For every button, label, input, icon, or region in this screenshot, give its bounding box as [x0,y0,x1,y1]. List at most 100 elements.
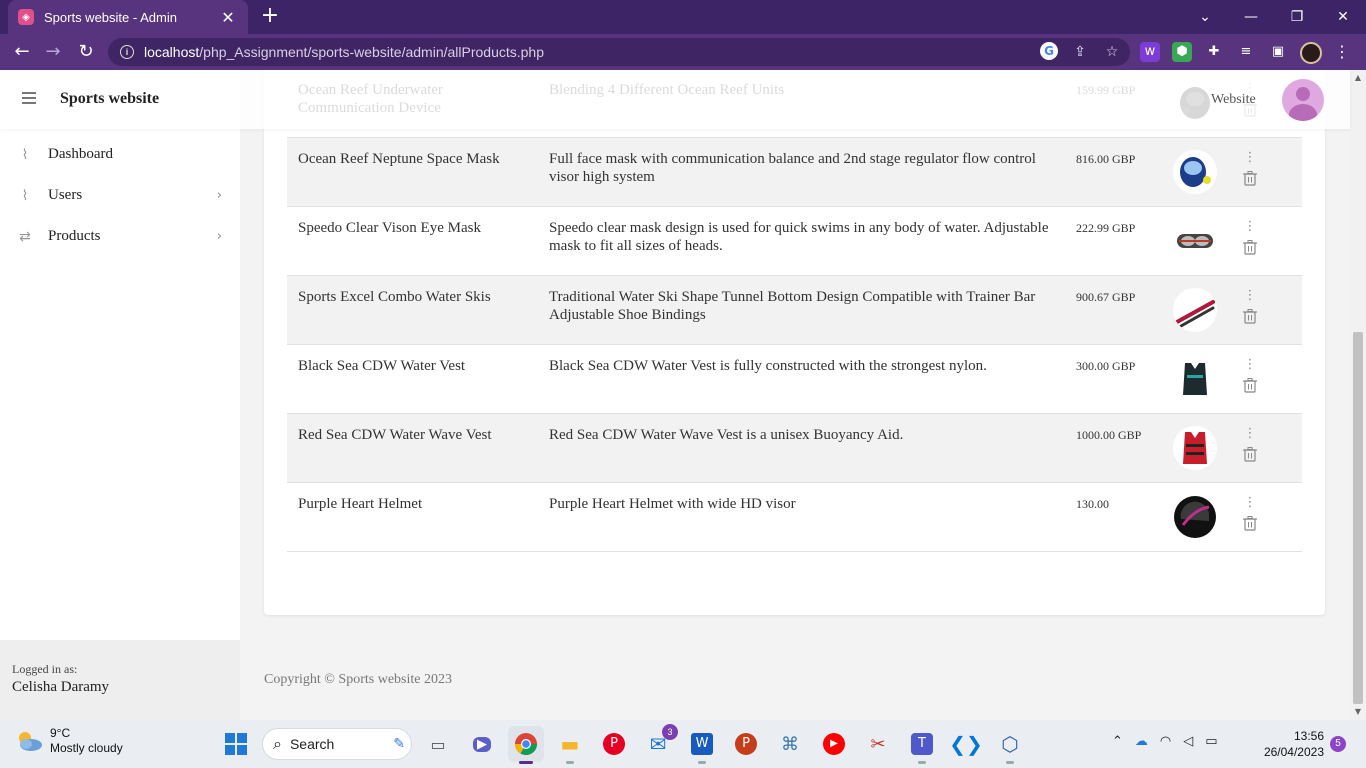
scroll-up-icon[interactable]: ▲ [1350,70,1366,86]
sidebar-item-products[interactable]: ⇄ Products › [0,216,240,257]
chat-camera-icon[interactable]: ▶ [464,726,500,762]
vscode-icon[interactable]: ❮❯ [948,726,984,762]
products-card: Ocean Reef Underwater Communication Devi… [264,70,1325,615]
tab-search-chevron-icon[interactable]: ⌄ [1182,0,1228,34]
product-thumbnail [1173,150,1217,194]
taskbar-search[interactable]: ⌕ Search ✎ [262,728,412,760]
back-arrow-icon[interactable]: ← [9,39,35,65]
weather-widget[interactable]: 9°C Mostly cloudy [14,726,123,756]
snipping-tool-icon[interactable]: ✂ [860,726,896,762]
notification-badge[interactable]: 5 [1330,736,1346,752]
more-options-icon[interactable]: ⋮ [1244,219,1257,235]
mail-icon[interactable]: ✉ 3 [640,724,678,762]
more-options-icon[interactable]: ⋮ [1244,357,1257,373]
forward-arrow-icon[interactable]: → [40,39,66,65]
more-options-icon[interactable]: ⋮ [1244,495,1257,511]
mail-badge: 3 [662,724,678,740]
windows-start-icon[interactable] [218,726,254,762]
row-actions: ⋮ [1242,150,1258,186]
product-price: 130.00 [1076,497,1109,511]
hamburger-menu-icon[interactable] [22,92,36,104]
table-row: Red Sea CDW Water Wave Vest Red Sea CDW W… [287,414,1302,483]
powerpoint-icon[interactable]: P [728,726,764,762]
product-price: 1000.00 GBP [1076,428,1142,442]
trash-icon[interactable] [1242,377,1258,393]
row-actions: ⋮ [1242,426,1258,462]
trash-icon[interactable] [1242,515,1258,531]
clock-date: 26/04/2023 [1263,745,1324,759]
word-icon[interactable]: W [684,726,720,764]
url-path: /php_Assignment/sports-website/admin/all… [199,44,545,60]
close-window-icon[interactable]: ✕ [1320,0,1366,34]
logged-in-label: Logged in as: [12,662,78,676]
page-scrollbar[interactable]: ▲ ▼ [1350,70,1366,720]
reading-list-icon[interactable]: ≡ [1236,42,1256,62]
browser-menu-icon[interactable]: ⋮ [1334,42,1350,64]
trash-icon[interactable] [1242,308,1258,324]
website-link[interactable]: Website [1211,92,1256,108]
page-viewport: ⌇ Dashboard ⌇ Users › ⇄ Products › Logge… [0,70,1366,720]
brand-title[interactable]: Sports website [60,90,159,108]
activity-icon: ⌇ [21,187,29,204]
product-description: Traditional Water Ski Shape Tunnel Botto… [549,289,1036,323]
teams-icon[interactable]: T [904,726,940,764]
product-description: Speedo clear mask design is used for qui… [549,220,1049,254]
minimize-window-icon[interactable]: — [1228,0,1274,34]
row-actions: ⋮ [1242,357,1258,393]
repeat-icon: ⇄ [19,228,31,245]
product-thumbnail [1173,219,1217,263]
product-description: Black Sea CDW Water Vest is fully constr… [549,358,987,374]
sidebar-item-users[interactable]: ⌇ Users › [0,175,240,216]
tab-title: Sports website - Admin [44,9,177,25]
share-icon[interactable]: ⇪ [1070,42,1090,62]
scrollbar-thumb[interactable] [1353,332,1363,704]
chrome-taskbar-icon[interactable] [508,726,544,764]
more-options-icon[interactable]: ⋮ [1244,288,1257,304]
scroll-down-icon[interactable]: ▼ [1350,704,1366,720]
youtube-icon[interactable]: ▶ [816,726,852,762]
trash-icon[interactable] [1242,170,1258,186]
row-actions: ⋮ [1242,495,1258,531]
user-avatar[interactable] [1282,79,1324,121]
file-explorer-icon[interactable]: ▬ [552,726,588,764]
wifi-icon[interactable]: ◠ [1160,734,1171,749]
extension-w-icon[interactable]: w [1140,42,1160,62]
weather-desc: Mostly cloudy [50,741,123,755]
sidebar: ⌇ Dashboard ⌇ Users › ⇄ Products › Logge… [0,70,240,720]
new-tab-button[interactable]: + [258,4,282,28]
volume-icon[interactable]: ◁ [1183,734,1193,749]
tab-close-icon[interactable]: ✕ [218,8,238,27]
trash-icon[interactable] [1242,446,1258,462]
side-panel-icon[interactable]: ▣ [1268,42,1288,62]
product-name: Sports Excel Combo Water Skis [298,289,491,305]
onedrive-cloud-icon[interactable]: ☁ [1135,734,1148,749]
taskbar-search-label: Search [289,736,335,752]
sidebar-item-label: Dashboard [48,146,113,162]
extension-green-icon[interactable]: ⬢ [1172,42,1192,62]
google-lens-icon[interactable]: G [1040,42,1058,60]
python-icon[interactable]: ⌘ [772,726,808,762]
taskbar-clock[interactable]: 13:56 26/04/2023 [1258,728,1324,760]
browser-profile-avatar[interactable] [1300,42,1322,64]
bookmark-star-icon[interactable]: ☆ [1102,42,1122,62]
pinterest-icon[interactable]: P [596,726,632,762]
address-bar[interactable]: i localhost/php_Assignment/sports-websit… [108,38,1130,66]
more-options-icon[interactable]: ⋮ [1244,426,1257,442]
site-info-icon[interactable]: i [120,45,134,59]
show-hidden-icons-chevron-icon[interactable]: ⌃ [1112,734,1123,749]
url-host: localhost [144,44,200,60]
restore-window-icon[interactable]: ❐ [1274,0,1320,34]
battery-icon[interactable]: ▭ [1205,734,1217,749]
task-view-icon[interactable]: ▭ [420,726,456,762]
top-header: Sports website Website [0,70,1350,129]
more-options-icon[interactable]: ⋮ [1244,150,1257,166]
extensions-puzzle-icon[interactable]: ✚ [1204,42,1224,62]
sidebar-item-dashboard[interactable]: ⌇ Dashboard [0,134,240,175]
chevron-right-icon: › [216,229,222,244]
virtualbox-icon[interactable]: ⬡ [992,726,1028,764]
table-row: Ocean Reef Neptune Space Mask Full face m… [287,138,1302,207]
table-row: Purple Heart Helmet Purple Heart Helmet w… [287,483,1302,552]
reload-icon[interactable]: ↻ [73,39,99,65]
browser-tab-active[interactable]: ◈ Sports website - Admin ✕ [8,0,248,34]
trash-icon[interactable] [1242,239,1258,255]
